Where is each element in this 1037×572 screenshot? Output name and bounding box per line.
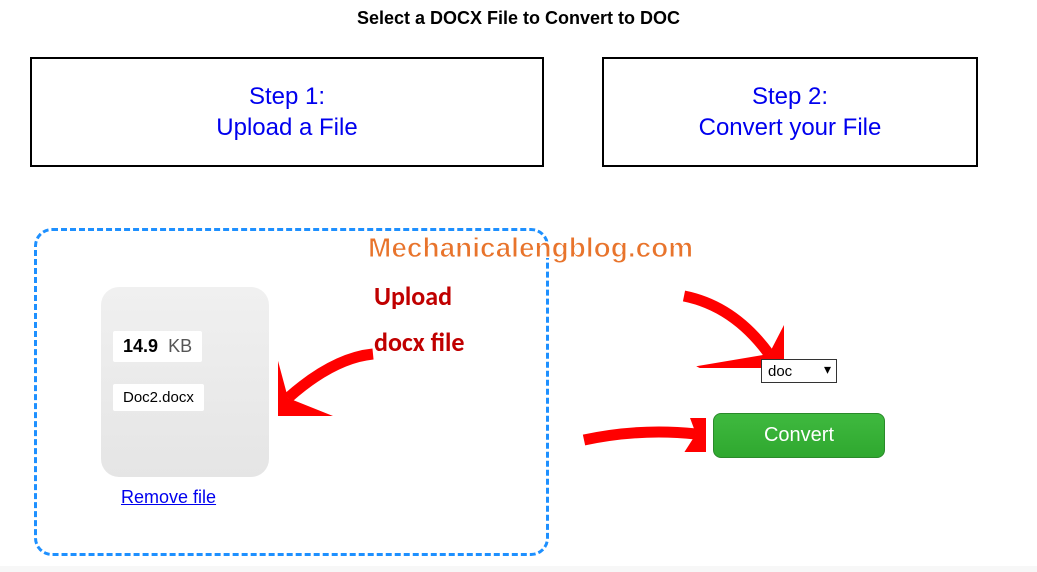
arrow-to-convert-button bbox=[580, 418, 706, 452]
format-select[interactable]: doc bbox=[761, 359, 837, 383]
file-size-value: 14.9 bbox=[123, 336, 158, 356]
annotation-line1: Upload bbox=[374, 280, 452, 312]
page-title: Select a DOCX File to Convert to DOC bbox=[0, 0, 1037, 29]
convert-button[interactable]: Convert bbox=[713, 413, 885, 458]
step1-box: Step 1: Upload a File bbox=[30, 57, 544, 167]
step2-line1: Step 2: bbox=[752, 83, 828, 110]
arrow-to-format-select bbox=[674, 288, 784, 368]
file-size-unit-text: KB bbox=[168, 336, 192, 356]
step2-line2: Convert your File bbox=[614, 112, 966, 143]
footer-gap bbox=[0, 566, 1037, 572]
step2-box: Step 2: Convert your File bbox=[602, 57, 978, 167]
remove-file-link[interactable]: Remove file bbox=[121, 487, 216, 508]
file-card: 14.9 KB Doc2.docx bbox=[101, 287, 269, 477]
format-select-wrap: doc bbox=[761, 359, 837, 383]
arrow-annotation-to-file bbox=[278, 346, 378, 416]
file-name-label: Doc2.docx bbox=[113, 384, 204, 411]
watermark-text: Mechanicalengblog.com bbox=[368, 232, 693, 264]
annotation-line2: docx file bbox=[374, 326, 465, 358]
step1-line1: Step 1: bbox=[249, 83, 325, 110]
step2-label: Step 2: Convert your File bbox=[614, 81, 966, 143]
step1-line2: Upload a File bbox=[42, 112, 532, 143]
step1-label: Step 1: Upload a File bbox=[42, 81, 532, 143]
steps-row: Step 1: Upload a File Step 2: Convert yo… bbox=[0, 29, 1037, 167]
file-size-badge: 14.9 KB bbox=[113, 331, 202, 362]
